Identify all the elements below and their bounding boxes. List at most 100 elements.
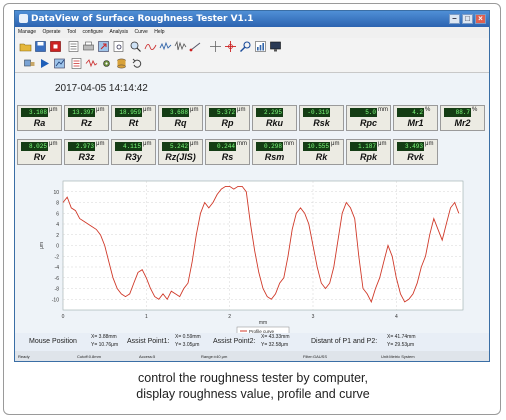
y-axis-label: μm — [39, 242, 45, 249]
parameters-icon[interactable] — [70, 57, 83, 70]
title-bar: DataView of Surface Roughness Tester V1.… — [15, 11, 489, 27]
param-value: 5.0 — [350, 108, 377, 117]
param-mr2: 88.7% Mr2 — [440, 105, 485, 131]
y-tick-label: 0 — [56, 244, 59, 250]
assist-point1-x: X= 0.59mm — [175, 334, 201, 340]
param-rt: 18.959 μm Rt — [111, 105, 156, 131]
waveform-icon[interactable] — [174, 40, 187, 53]
database-icon[interactable] — [115, 57, 128, 70]
status-bar: Ready Cutoff:0.8mm Access:5 Range:±40 μm… — [15, 351, 489, 361]
maximize-button[interactable]: □ — [462, 14, 473, 24]
y-tick-label: 4 — [56, 222, 59, 228]
x-tick-label: 0 — [62, 314, 65, 320]
param-value: 4.2 — [397, 108, 424, 117]
param-unit: μm — [378, 141, 387, 147]
assist-point1-y: Y= 3.05μm — [175, 342, 200, 348]
preview-icon[interactable] — [112, 40, 125, 53]
status-cutoff: Cutoff:0.8mm — [77, 354, 101, 359]
search-icon[interactable] — [239, 40, 252, 53]
menu-operate[interactable]: Operate — [42, 29, 60, 35]
y-tick-label: 2 — [56, 233, 59, 239]
close-button[interactable]: × — [475, 14, 486, 24]
param-name: Ra — [33, 118, 46, 128]
x-tick-label: 3 — [312, 314, 315, 320]
y-tick-label: -10 — [52, 297, 59, 303]
print-icon[interactable] — [82, 40, 95, 53]
undo-icon[interactable] — [131, 57, 144, 70]
save-icon[interactable] — [34, 40, 47, 53]
param-unit: mm — [378, 107, 388, 113]
param-unit: % — [425, 107, 431, 113]
param-unit: μm — [96, 107, 105, 113]
zoom-icon[interactable] — [129, 40, 142, 53]
status-filter: Filter:GAUSS — [303, 354, 328, 359]
param-rv: 8.025 μm Rv — [17, 139, 62, 165]
y-tick-label: -8 — [55, 287, 60, 293]
stop-icon[interactable] — [49, 40, 62, 53]
filter-icon[interactable] — [85, 57, 98, 70]
measure-icon[interactable] — [189, 40, 202, 53]
start-icon[interactable] — [38, 57, 51, 70]
param-rk: 10.555 μm Rk — [299, 139, 344, 165]
connect-icon[interactable] — [23, 57, 36, 70]
menu-manage[interactable]: Manage — [18, 29, 36, 35]
param-r3z: 2.973 μm R3z — [64, 139, 109, 165]
param-rz-jis: 5.242 μm Rz(JIS) — [158, 139, 203, 165]
y-tick-label: 10 — [53, 190, 59, 196]
x-axis-label: mm — [259, 320, 267, 326]
profile-chart-svg: 1086420-2-4-6-8-100 1 2 3 4μmmmProfile curve — [39, 180, 464, 336]
marker-icon[interactable] — [224, 40, 237, 53]
menu-configure[interactable]: configure — [83, 29, 104, 35]
mouse-position-label: Mouse Position — [29, 338, 77, 345]
param-unit: μm — [49, 107, 58, 113]
param-value: 10.555 — [303, 142, 330, 151]
profile-tool-icon[interactable] — [159, 40, 172, 53]
param-name: Mr2 — [454, 118, 471, 128]
param-unit: mm — [284, 141, 294, 147]
assist-point2-y: Y= 32.58μm — [261, 342, 289, 348]
mouse-position-x: X= 3.88mm — [91, 334, 117, 340]
assist-point2-label: Assist Point2: — [213, 338, 256, 345]
chart-icon[interactable] — [254, 40, 267, 53]
param-unit: μm — [96, 141, 105, 147]
status-access: Access:5 — [139, 354, 156, 359]
param-name: Rpc — [359, 118, 377, 128]
param-name: R3z — [78, 152, 95, 162]
monitor-icon[interactable] — [269, 40, 282, 53]
param-name: R3y — [125, 152, 142, 162]
param-name: Rku — [265, 118, 283, 128]
menu-analysis[interactable]: Analysis — [109, 29, 128, 35]
param-value: -0.319 — [303, 108, 330, 117]
param-rvk: 3.493 μm Rvk — [393, 139, 438, 165]
param-value: 0.298 — [256, 142, 283, 151]
calibrate-icon[interactable] — [53, 57, 66, 70]
profile-chart[interactable]: 10 8 6 4 2 0 -2 -4 -6 -8 -10 0 1 2 3 4 μm mm Profile curve — [15, 173, 489, 336]
measurement-panel: 2017-04-05 14:14:42 3.108 μm Ra 13.397 μm Rz 1… — [15, 73, 489, 173]
curve-tool-icon[interactable] — [144, 40, 157, 53]
param-value: 4.115 — [115, 142, 142, 151]
param-name: Rsm — [264, 152, 285, 162]
y-tick-label: 6 — [56, 211, 59, 217]
menu-bar: Manage Operate Tool configure Analysis C… — [15, 27, 489, 38]
status-ready: Ready — [18, 354, 30, 359]
report-icon[interactable] — [67, 40, 80, 53]
export-icon[interactable] — [97, 40, 110, 53]
param-rs: 0.244 mm Rs — [205, 139, 250, 165]
caption-line-2: display roughness value, profile and cur… — [136, 387, 370, 401]
param-name: Rpk — [359, 152, 377, 162]
param-rp: 5.372 μm Rp — [205, 105, 250, 131]
param-unit: μm — [143, 141, 152, 147]
param-rpk: 1.187 μm Rpk — [346, 139, 391, 165]
settings-icon[interactable] — [100, 57, 113, 70]
menu-curve[interactable]: Curve — [135, 29, 148, 35]
open-folder-icon[interactable] — [19, 40, 32, 53]
minimize-button[interactable]: – — [449, 14, 460, 24]
param-unit: μm — [190, 107, 199, 113]
param-name: Mr1 — [407, 118, 424, 128]
param-unit: μm — [143, 107, 152, 113]
crosshair-icon[interactable] — [209, 40, 222, 53]
coordinate-bar: Mouse Position X= 3.88mm Y= 10.76μm Assi… — [15, 333, 489, 351]
param-rz: 13.397 μm Rz — [64, 105, 109, 131]
menu-tool[interactable]: Tool — [67, 29, 76, 35]
menu-help[interactable]: Help — [154, 29, 164, 35]
